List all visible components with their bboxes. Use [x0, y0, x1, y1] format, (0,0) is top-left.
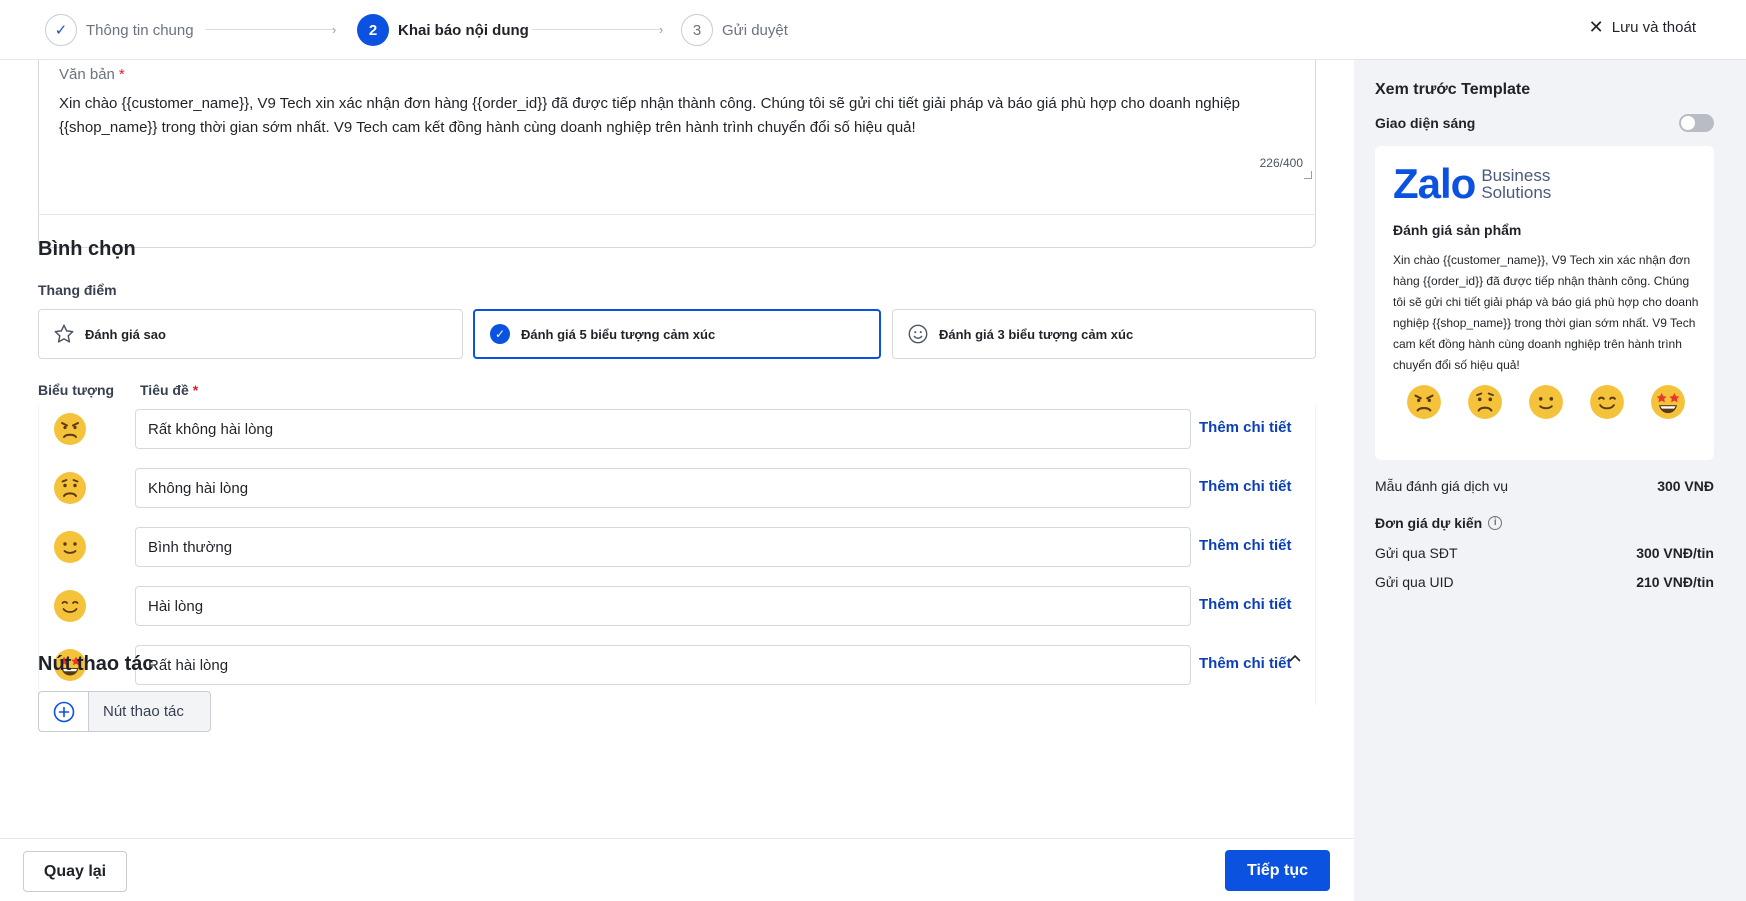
resize-handle-icon[interactable]: [1304, 171, 1312, 179]
back-button[interactable]: Quay lại: [23, 851, 127, 892]
uid-price-label: Gửi qua UID: [1375, 574, 1454, 590]
unhappy-emoji-icon: [1468, 385, 1502, 419]
logo-word: Zalo: [1393, 160, 1476, 207]
step-general-info[interactable]: ✓ Thông tin chung: [45, 14, 194, 46]
list-item: Thêm chi tiết: [39, 464, 1317, 512]
option-label: Đánh giá 3 biểu tượng cảm xúc: [939, 326, 1134, 342]
add-detail-link[interactable]: Thêm chi tiết: [1199, 478, 1292, 495]
theme-label: Giao diện sáng: [1375, 115, 1476, 131]
section-divider: [38, 214, 1316, 215]
service-price-row: Mẫu đánh giá dịch vụ 300 VNĐ: [1375, 478, 1714, 494]
chevron-up-icon[interactable]: [1289, 652, 1301, 664]
required-mark: *: [192, 382, 199, 398]
list-item: Thêm chi tiết: [39, 582, 1317, 630]
emoji-title-list: Thêm chi tiết Thêm chi tiết Thêm chi tiế…: [38, 405, 1316, 705]
logo-sub-line-2: Solutions: [1481, 183, 1552, 202]
zalo-business-logo: Zalo Business Solutions: [1393, 163, 1551, 205]
title-input[interactable]: [135, 645, 1191, 685]
happy-emoji-icon: [1590, 385, 1624, 419]
title-input[interactable]: [135, 586, 1191, 626]
uid-price-row: Gửi qua UID 210 VNĐ/tin: [1375, 574, 1714, 590]
option-five-emoji[interactable]: ✓ Đánh giá 5 biểu tượng cảm xúc: [473, 309, 881, 359]
icon-column-label: Biểu tượng: [38, 382, 115, 398]
neutral-emoji-icon: [54, 531, 86, 563]
poll-section-title: Bình chọn: [38, 238, 136, 260]
add-detail-link[interactable]: Thêm chi tiết: [1199, 419, 1292, 436]
continue-button[interactable]: Tiếp tục: [1225, 850, 1330, 891]
very-unhappy-emoji-icon: [54, 413, 86, 445]
info-icon[interactable]: i: [1488, 516, 1503, 530]
save-and-exit-button[interactable]: ✕ Lưu và thoát: [1589, 18, 1696, 36]
template-preview-panel: Xem trước Template Giao diện sáng Zalo B…: [1354, 60, 1746, 901]
option-label: Đánh giá 5 biểu tượng cảm xúc: [521, 326, 716, 342]
option-three-emoji[interactable]: Đánh giá 3 biểu tượng cảm xúc: [892, 309, 1316, 359]
title-input[interactable]: [135, 409, 1191, 449]
title-input[interactable]: [135, 468, 1191, 508]
step-connector: [205, 29, 335, 30]
stepper-bar: ✓ Thông tin chung › 2 Khai báo nội dung …: [0, 0, 1746, 60]
message-textarea[interactable]: Văn bản * Xin chào {{customer_name}}, V9 …: [38, 60, 1316, 248]
list-item: Thêm chi tiết: [39, 523, 1317, 571]
chevron-right-icon: ›: [332, 22, 337, 37]
character-counter: 226/400: [1259, 156, 1303, 170]
step-connector: [532, 29, 662, 30]
message-text: Xin chào {{customer_name}}, V9 Tech xin …: [59, 95, 1241, 136]
preview-title: Xem trước Template: [1375, 81, 1531, 98]
form-main: Văn bản * Xin chào {{customer_name}}, V9 …: [0, 60, 1354, 838]
title-col-text: Tiêu đề: [140, 382, 189, 398]
title-column-label: Tiêu đề *: [140, 382, 198, 398]
service-price-value: 300 VNĐ: [1657, 478, 1714, 494]
step-submit[interactable]: 3 Gửi duyệt: [681, 14, 788, 46]
phone-price-value: 300 VNĐ/tin: [1636, 545, 1714, 561]
service-price-label: Mẫu đánh giá dịch vụ: [1375, 478, 1509, 494]
add-detail-link[interactable]: Thêm chi tiết: [1199, 596, 1292, 613]
close-icon: ✕: [1588, 17, 1604, 37]
text-field-label: Văn bản *: [59, 66, 125, 83]
step-label: Khai báo nội dung: [398, 21, 529, 39]
check-icon: ✓: [45, 14, 77, 46]
text-label: Văn bản: [59, 66, 115, 83]
add-action-label: Nút thao tác: [103, 703, 184, 720]
phone-price-row: Gửi qua SĐT 300 VNĐ/tin: [1375, 545, 1714, 561]
preview-card-title: Đánh giá sản phẩm: [1393, 222, 1522, 238]
logo-subtitle: Business Solutions: [1481, 167, 1551, 201]
preview-card-body: Xin chào {{customer_name}}, V9 Tech xin …: [1393, 253, 1699, 372]
actions-section-title: Nút thao tác: [38, 653, 154, 675]
step-number: 2: [357, 14, 389, 46]
unhappy-emoji-icon: [54, 472, 86, 504]
star-icon: [53, 323, 75, 345]
toggle-knob: [1681, 116, 1695, 130]
light-theme-toggle[interactable]: [1679, 114, 1714, 132]
scale-label: Thang điểm: [38, 282, 117, 298]
required-mark: *: [118, 66, 125, 83]
option-star-rating[interactable]: Đánh giá sao: [38, 309, 463, 359]
step-label: Gửi duyệt: [722, 21, 788, 39]
smile-outline-icon: [907, 323, 929, 345]
add-action-button[interactable]: Nút thao tác: [38, 691, 211, 732]
happy-emoji-icon: [54, 590, 86, 622]
add-detail-link[interactable]: Thêm chi tiết: [1199, 655, 1292, 672]
save-and-exit-label: Lưu và thoát: [1611, 18, 1696, 36]
list-item: Thêm chi tiết: [39, 641, 1317, 689]
form-footer: Quay lại Tiếp tục: [0, 838, 1354, 901]
preview-card: Zalo Business Solutions Đánh giá sản phẩm…: [1375, 146, 1714, 460]
step-content[interactable]: 2 Khai báo nội dung: [357, 14, 529, 46]
check-circle-icon: ✓: [489, 323, 511, 345]
unit-price-heading: Đơn giá dự kiến i: [1375, 515, 1503, 531]
very-unhappy-emoji-icon: [1407, 385, 1441, 419]
unit-price-label: Đơn giá dự kiến: [1375, 515, 1483, 531]
neutral-emoji-icon: [1529, 385, 1563, 419]
star-eyes-emoji-icon: [1651, 385, 1685, 419]
step-label: Thông tin chung: [86, 21, 194, 39]
uid-price-value: 210 VNĐ/tin: [1636, 574, 1714, 590]
chevron-right-icon: ›: [659, 22, 664, 37]
add-detail-link[interactable]: Thêm chi tiết: [1199, 537, 1292, 554]
preview-emoji-row: [1406, 384, 1686, 420]
plus-circle-icon: [39, 692, 89, 731]
list-item: Thêm chi tiết: [39, 405, 1317, 453]
title-input[interactable]: [135, 527, 1191, 567]
step-number: 3: [681, 14, 713, 46]
phone-price-label: Gửi qua SĐT: [1375, 545, 1458, 561]
option-label: Đánh giá sao: [85, 326, 166, 342]
